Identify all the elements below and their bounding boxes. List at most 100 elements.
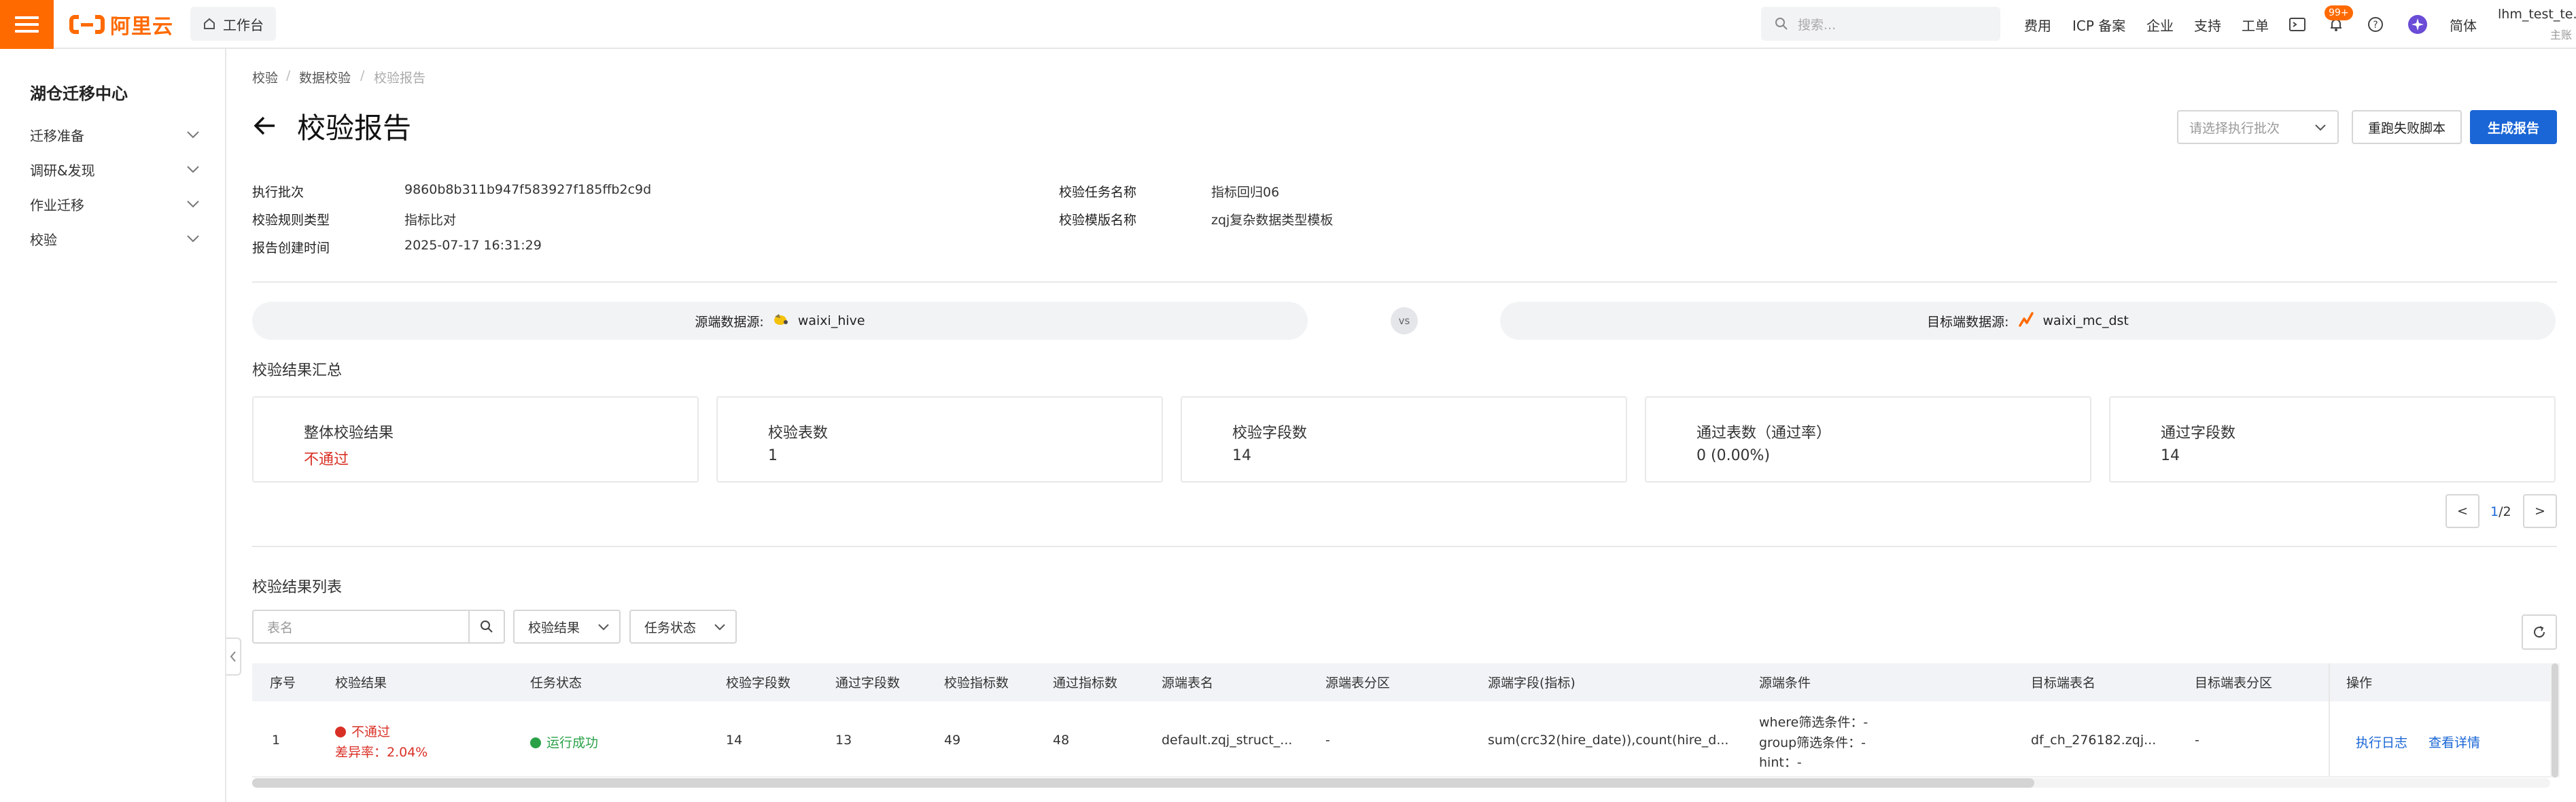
card-value: 14 (1232, 447, 1251, 464)
created-time-key: 报告创建时间 (252, 241, 330, 256)
row-cond-group: group筛选条件：- (1759, 735, 1866, 750)
refresh-icon (2534, 626, 2545, 638)
sidebar-item-research[interactable]: 调研&发现 (30, 156, 200, 183)
col-pass-metrics: 通过指标数 (1053, 676, 1118, 691)
vertical-scrollbar[interactable] (2550, 663, 2560, 778)
pager-prev-button[interactable]: < (2446, 494, 2479, 528)
breadcrumb-data-validation[interactable]: 数据校验 (299, 68, 351, 86)
rule-type-value: 指标比对 (404, 213, 457, 228)
summary-card-tables: 校验表数 1 (716, 396, 1163, 483)
generate-report-button[interactable]: 生成报告 (2470, 110, 2557, 144)
pager-next-button[interactable]: > (2523, 494, 2557, 528)
chevron-left-icon (230, 651, 236, 662)
nav-support[interactable]: 支持 (2194, 0, 2221, 49)
table-name-search-input[interactable]: 表名 (252, 610, 470, 644)
col-src-conditions: 源端条件 (1759, 676, 1811, 691)
sidebar-collapse-button[interactable] (226, 638, 241, 676)
search-icon (1775, 18, 1788, 30)
operations-column (2329, 663, 2550, 778)
status-filter-select[interactable]: 任务状态 (629, 610, 737, 644)
notification-badge: 99+ (2325, 5, 2353, 20)
col-status: 任务状态 (530, 676, 582, 691)
created-time-value: 2025-07-17 16:31:29 (404, 238, 542, 253)
card-value: 1 (768, 447, 778, 464)
user-name[interactable]: lhm_test_te... (2498, 7, 2576, 22)
aliyun-logo[interactable]: 阿里云 (69, 11, 173, 39)
search-placeholder: 搜索... (1798, 17, 1837, 33)
sidebar-item-label: 调研&发现 (30, 162, 95, 179)
chevron-down-icon (714, 623, 725, 630)
sidebar-item-validation[interactable]: 校验 (30, 225, 200, 252)
global-search-input[interactable]: 搜索... (1761, 7, 2000, 41)
menu-icon[interactable] (0, 0, 54, 49)
pager-current: 1 (2490, 504, 2499, 519)
card-value: 0 (0.00%) (1696, 447, 1771, 464)
view-log-link[interactable]: 执行日志 (2356, 733, 2407, 751)
batch-select-placeholder: 请选择执行批次 (2189, 120, 2280, 136)
row-result: 不通过 (335, 722, 390, 740)
refresh-button[interactable] (2522, 614, 2557, 650)
scrollbar-thumb[interactable] (252, 778, 2034, 788)
template-name-value: zqj复杂数据类型模板 (1211, 213, 1334, 228)
scrollbar-thumb[interactable] (2552, 663, 2558, 778)
home-icon (204, 18, 215, 29)
chevron-down-icon (187, 131, 199, 139)
error-icon (335, 727, 346, 737)
col-result: 校验结果 (335, 676, 387, 691)
col-src-fields: 源端字段(指标) (1488, 676, 1576, 691)
chevron-down-icon (187, 201, 199, 208)
sidebar-item-migration-prep[interactable]: 迁移准备 (30, 121, 200, 148)
vs-badge: vs (1391, 307, 1418, 334)
table-search-placeholder: 表名 (267, 620, 294, 635)
top-navbar: 阿里云 工作台 搜索... 费用 ICP 备案 企业 支持 工单 99+ ? 简… (0, 0, 2576, 49)
task-name-value: 指标回归06 (1211, 185, 1280, 200)
rerun-failed-button[interactable]: 重跑失败脚本 (2352, 110, 2462, 144)
batch-key: 执行批次 (252, 185, 304, 200)
target-datasource-pill: 目标端数据源: waixi_mc_dst (1500, 302, 2556, 340)
sidebar-title: 湖仓迁移中心 (30, 84, 128, 103)
table-search-button[interactable] (468, 610, 505, 644)
hive-icon (772, 311, 790, 331)
divider (252, 546, 2557, 547)
row-status: 运行成功 (530, 733, 598, 751)
nav-enterprise[interactable]: 企业 (2146, 0, 2174, 49)
list-title: 校验结果列表 (252, 579, 343, 596)
row-cond-where: where筛选条件：- (1759, 715, 1868, 730)
terminal-icon[interactable] (2289, 0, 2305, 49)
batch-select[interactable]: 请选择执行批次 (2177, 110, 2339, 144)
task-name-key: 校验任务名称 (1059, 185, 1137, 200)
back-arrow-icon[interactable] (251, 112, 279, 142)
row-check-metrics: 49 (944, 733, 961, 748)
help-icon[interactable]: ? (2367, 0, 2384, 49)
sidebar-item-job-migration[interactable]: 作业迁移 (30, 190, 200, 217)
view-detail-link[interactable]: 查看详情 (2429, 733, 2480, 751)
horizontal-scrollbar[interactable] (252, 778, 2550, 788)
aliyun-logo-icon (69, 13, 105, 36)
card-label: 通过表数（通过率） (1696, 425, 1832, 442)
row-diff-rate: 差异率：2.04% (335, 745, 428, 760)
user-account-type: 主账 (2550, 29, 2573, 41)
col-check-metrics: 校验指标数 (944, 676, 1009, 691)
breadcrumb-separator: / (360, 68, 365, 83)
nav-ticket[interactable]: 工单 (2242, 0, 2269, 49)
language-switch[interactable]: 简体 (2450, 0, 2477, 49)
nav-cost[interactable]: 费用 (2024, 0, 2051, 49)
pager-total: /2 (2499, 504, 2511, 519)
result-filter-select[interactable]: 校验结果 (513, 610, 621, 644)
row-dst-partition: - (2195, 733, 2199, 748)
app-root: 阿里云 工作台 搜索... 费用 ICP 备案 企业 支持 工单 99+ ? 简… (0, 0, 2576, 802)
chevron-down-icon (2315, 124, 2326, 130)
workspace-label: 工作台 (223, 16, 264, 33)
row-src-partition: - (1325, 733, 1330, 748)
workspace-button[interactable]: 工作台 (190, 7, 276, 41)
nav-icp[interactable]: ICP 备案 (2072, 0, 2125, 49)
row-pass-metrics: 48 (1053, 733, 1070, 748)
ai-assistant-icon[interactable] (2407, 0, 2428, 49)
row-result-text: 不通过 (351, 725, 391, 739)
breadcrumb-validation[interactable]: 校验 (252, 68, 278, 86)
card-label: 通过字段数 (2161, 425, 2236, 442)
sidebar: 湖仓迁移中心 迁移准备 调研&发现 作业迁移 校验 (0, 49, 226, 802)
row-status-text: 运行成功 (546, 735, 599, 750)
summary-title: 校验结果汇总 (252, 362, 343, 379)
col-src-table: 源端表名 (1162, 676, 1214, 691)
